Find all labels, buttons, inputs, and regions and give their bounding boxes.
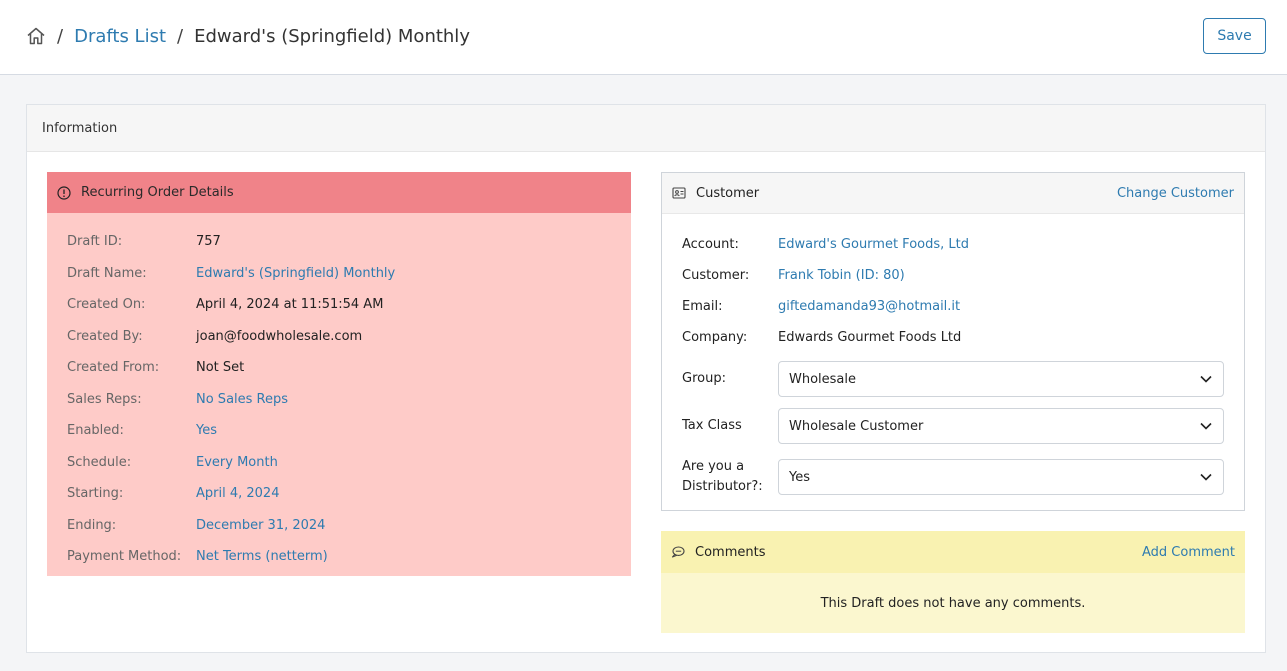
information-panel: Information Recurring Order Details Draf… [26, 104, 1266, 653]
order-row-ending: Ending: December 31, 2024 [67, 510, 395, 542]
chevron-down-icon [1199, 470, 1213, 484]
ending-date-link[interactable]: December 31, 2024 [196, 518, 325, 533]
customer-row-company: Company: Edwards Gourmet Foods Ltd [682, 322, 1227, 353]
draft-name-link[interactable]: Edward's (Springfield) Monthly [196, 266, 395, 281]
created-by-value: joan@foodwholesale.com [196, 328, 363, 344]
chevron-down-icon [1199, 419, 1213, 433]
distributor-select-row: Are you a Distributor?: Yes [682, 457, 1227, 497]
comments-empty-message: This Draft does not have any comments. [820, 595, 1086, 611]
customer-row-email: Email: giftedamanda93@hotmail.it [682, 291, 1227, 322]
customer-label: Company: [682, 330, 748, 345]
change-customer-link[interactable]: Change Customer [1117, 186, 1234, 201]
schedule-link[interactable]: Every Month [196, 455, 278, 470]
breadcrumb-drafts-list-link[interactable]: Drafts List [74, 26, 166, 47]
tax-class-select-row: Tax Class Wholesale Customer [682, 408, 1227, 444]
order-row-enabled: Enabled: Yes [67, 415, 395, 447]
customer-row-customer: Customer: Frank Tobin (ID: 80) [682, 260, 1227, 291]
order-row-draft-id: Draft ID: 757 [67, 226, 395, 258]
group-select[interactable]: Wholesale [778, 361, 1224, 397]
order-label: Created On: [67, 297, 146, 313]
breadcrumb: / Drafts List / Edward's (Springfield) M… [26, 22, 470, 50]
created-from-value: Not Set [196, 360, 245, 376]
chevron-down-icon [1199, 372, 1213, 386]
distributor-select-value: Yes [789, 469, 810, 485]
home-icon[interactable] [26, 26, 46, 46]
customer-label: Account: [682, 237, 739, 252]
enabled-link[interactable]: Yes [196, 423, 217, 438]
distributor-select[interactable]: Yes [778, 459, 1224, 495]
order-card-title: Recurring Order Details [81, 185, 234, 200]
order-label: Draft ID: [67, 234, 123, 250]
order-label: Enabled: [67, 423, 124, 439]
comments-card-header: Comments Add Comment [661, 531, 1245, 573]
panel-title: Information [27, 105, 1265, 152]
save-button[interactable]: Save [1203, 18, 1266, 54]
order-row-schedule: Schedule: Every Month [67, 447, 395, 479]
distributor-label: Are you a Distributor?: [682, 459, 763, 494]
contact-card-icon [672, 186, 686, 200]
comments-card-title: Comments [695, 544, 766, 560]
order-details-list: Draft ID: 757 Draft Name: Edward's (Spri… [67, 226, 395, 573]
order-label: Payment Method: [67, 549, 182, 565]
customer-card-title: Customer [696, 185, 760, 201]
tax-class-select-value: Wholesale Customer [789, 418, 924, 434]
order-label: Schedule: [67, 454, 132, 470]
customer-card-header: Customer Change Customer [662, 173, 1244, 214]
comment-icon [671, 545, 685, 559]
customer-label: Email: [682, 299, 723, 314]
top-bar: / Drafts List / Edward's (Springfield) M… [0, 0, 1287, 75]
breadcrumb-separator: / [57, 25, 64, 47]
draft-id-value: 757 [196, 234, 221, 250]
created-on-value: April 4, 2024 at 11:51:54 AM [196, 297, 384, 313]
order-label: Draft Name: [67, 265, 147, 281]
order-row-payment-method: Payment Method: Net Terms (netterm) [67, 541, 395, 573]
group-select-value: Wholesale [789, 371, 857, 387]
group-select-row: Group: Wholesale [682, 361, 1227, 397]
customer-link[interactable]: Frank Tobin (ID: 80) [778, 268, 905, 283]
starting-date-link[interactable]: April 4, 2024 [196, 486, 279, 501]
group-label: Group: [682, 371, 726, 386]
customer-card: Customer Change Customer Account: Edward… [661, 172, 1245, 511]
order-row-created-by: Created By: joan@foodwholesale.com [67, 321, 395, 353]
order-label: Ending: [67, 517, 117, 533]
order-card-header: Recurring Order Details [47, 172, 631, 213]
tax-class-label: Tax Class [682, 418, 742, 433]
order-label: Sales Reps: [67, 391, 142, 407]
company-value: Edwards Gourmet Foods Ltd [778, 330, 962, 345]
comments-card: Comments Add Comment This Draft does not… [661, 531, 1245, 633]
add-comment-link[interactable]: Add Comment [1142, 545, 1235, 560]
order-label: Starting: [67, 486, 124, 502]
order-row-sales-reps: Sales Reps: No Sales Reps [67, 384, 395, 416]
recurring-order-details-card: Recurring Order Details Draft ID: 757 Dr… [47, 172, 631, 576]
order-row-created-from: Created From: Not Set [67, 352, 395, 384]
order-row-draft-name: Draft Name: Edward's (Springfield) Month… [67, 258, 395, 290]
customer-row-account: Account: Edward's Gourmet Foods, Ltd [682, 229, 1227, 260]
payment-method-link[interactable]: Net Terms (netterm) [196, 549, 328, 564]
breadcrumb-separator: / [177, 25, 184, 47]
info-icon [57, 185, 71, 200]
order-row-starting: Starting: April 4, 2024 [67, 478, 395, 510]
order-row-created-on: Created On: April 4, 2024 at 11:51:54 AM [67, 289, 395, 321]
tax-class-select[interactable]: Wholesale Customer [778, 408, 1224, 444]
account-link[interactable]: Edward's Gourmet Foods, Ltd [778, 237, 969, 252]
breadcrumb-current: Edward's (Springfield) Monthly [194, 25, 470, 47]
customer-label: Customer: [682, 268, 750, 283]
order-label: Created From: [67, 360, 160, 376]
customer-details-list: Account: Edward's Gourmet Foods, Ltd Cus… [682, 229, 1227, 497]
order-label: Created By: [67, 328, 143, 344]
sales-reps-link[interactable]: No Sales Reps [196, 392, 288, 407]
email-link[interactable]: giftedamanda93@hotmail.it [778, 299, 960, 314]
